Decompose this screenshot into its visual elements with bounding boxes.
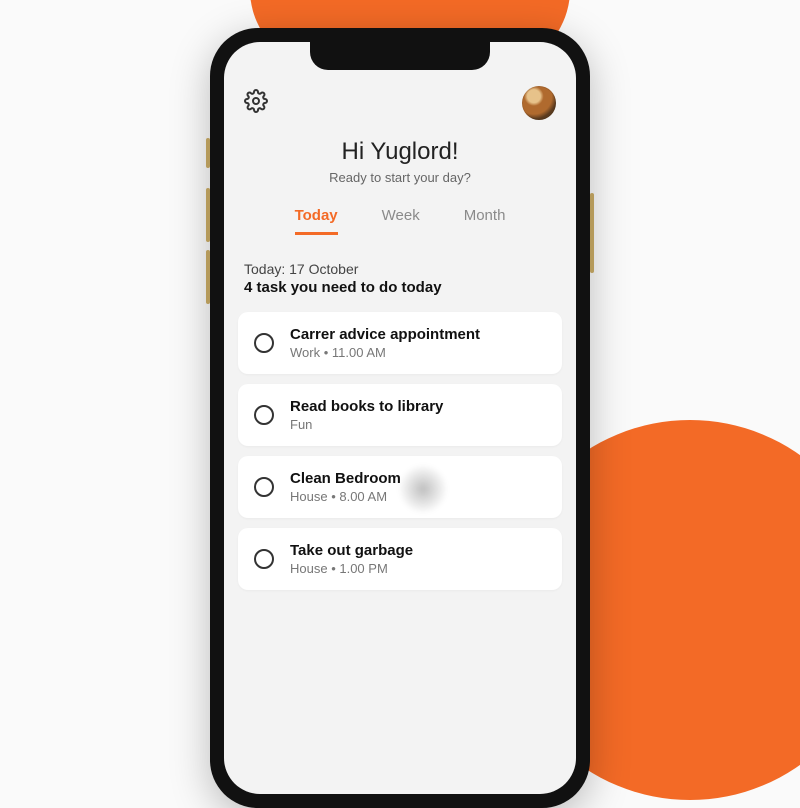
date-block: Today: 17 October 4 task you need to do … [224, 235, 576, 302]
task-meta: House • 1.00 PM [290, 561, 413, 576]
task-count: 4 task you need to do today [244, 279, 556, 296]
task-checkbox[interactable] [254, 405, 274, 425]
task-title: Read books to library [290, 398, 443, 415]
task-meta: House • 8.00 AM [290, 489, 401, 504]
tab-week[interactable]: Week [382, 207, 420, 235]
task-meta: Fun [290, 417, 443, 432]
phone-side-button [206, 138, 210, 168]
task-card[interactable]: Carrer advice appointment Work • 11.00 A… [238, 312, 562, 374]
task-card[interactable]: Take out garbage House • 1.00 PM [238, 528, 562, 590]
task-title: Carrer advice appointment [290, 326, 480, 343]
phone-notch [310, 42, 490, 70]
greeting-title: Hi Yuglord! [224, 138, 576, 166]
task-checkbox[interactable] [254, 549, 274, 569]
task-title: Take out garbage [290, 542, 413, 559]
phone-side-button [590, 193, 594, 273]
task-card[interactable]: Read books to library Fun [238, 384, 562, 446]
greeting: Hi Yuglord! Ready to start your day? [224, 138, 576, 185]
view-tabs: Today Week Month [224, 207, 576, 235]
phone-side-button [206, 188, 210, 242]
task-list: Carrer advice appointment Work • 11.00 A… [224, 302, 576, 600]
tab-month[interactable]: Month [464, 207, 506, 235]
date-label: Today: 17 October [244, 261, 556, 277]
task-checkbox[interactable] [254, 477, 274, 497]
task-card[interactable]: Clean Bedroom House • 8.00 AM [238, 456, 562, 518]
task-title: Clean Bedroom [290, 470, 401, 487]
tab-today[interactable]: Today [295, 207, 338, 235]
touch-indicator [398, 464, 448, 514]
phone-side-button [206, 250, 210, 304]
avatar[interactable] [522, 86, 556, 120]
task-checkbox[interactable] [254, 333, 274, 353]
greeting-subtitle: Ready to start your day? [224, 170, 576, 185]
phone-frame: Hi Yuglord! Ready to start your day? Tod… [210, 28, 590, 808]
gear-icon[interactable] [244, 89, 268, 118]
task-meta: Work • 11.00 AM [290, 345, 480, 360]
phone-screen: Hi Yuglord! Ready to start your day? Tod… [224, 42, 576, 794]
